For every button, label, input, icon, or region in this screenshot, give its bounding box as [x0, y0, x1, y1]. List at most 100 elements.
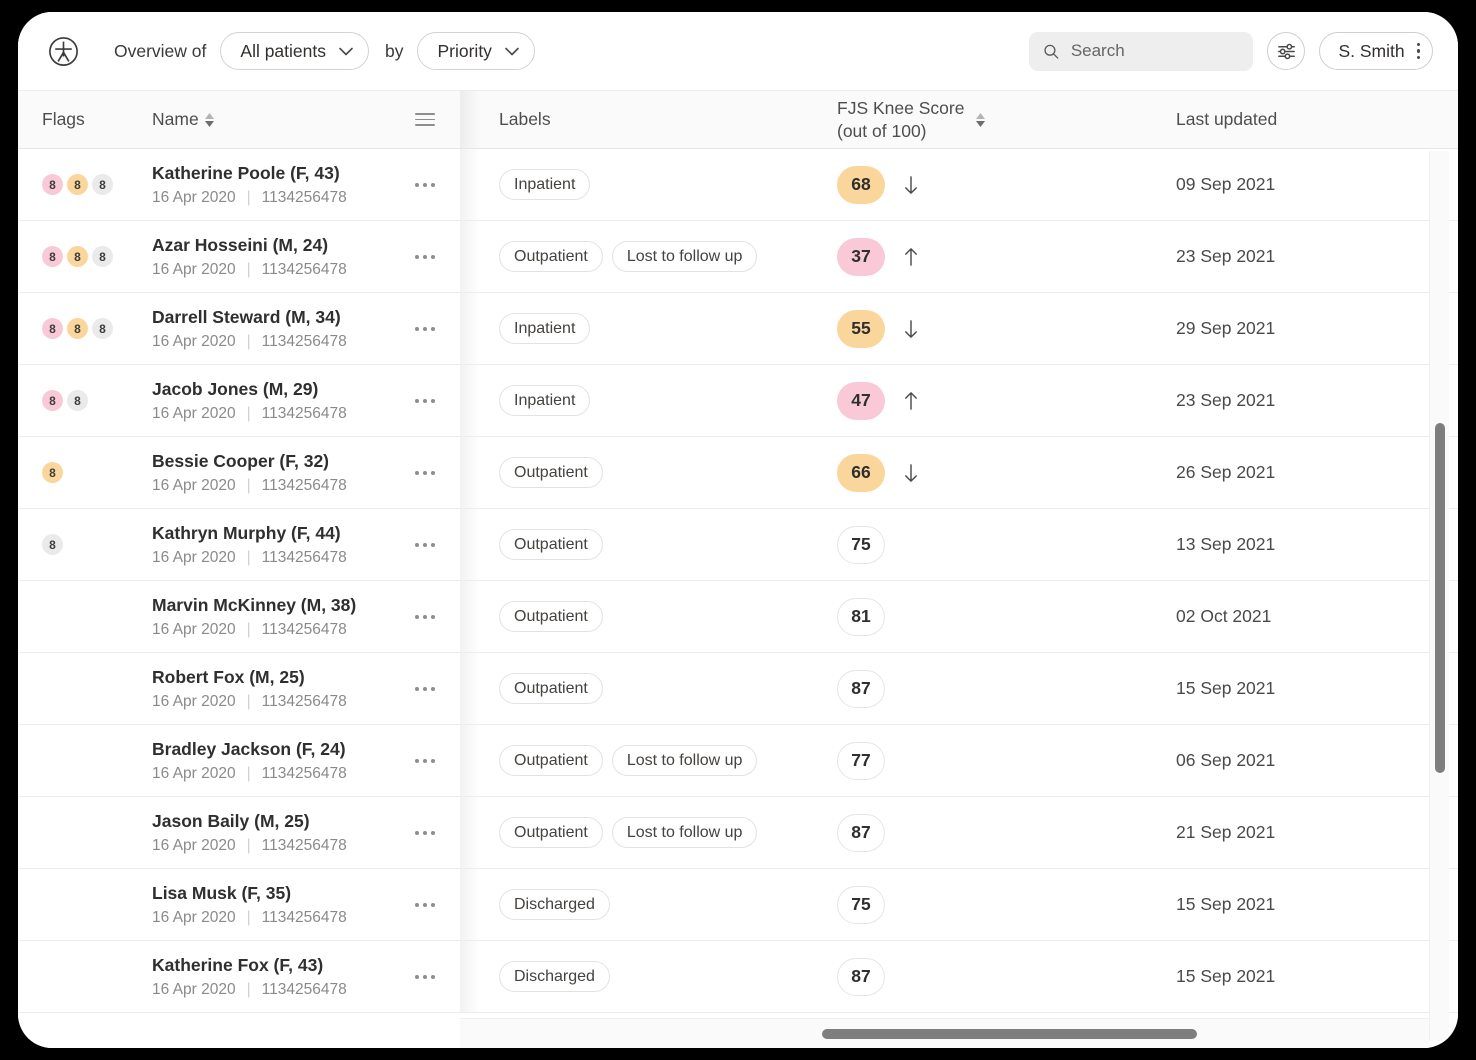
- search-box[interactable]: [1029, 31, 1254, 71]
- table-row[interactable]: 888 Katherine Poole (F, 43) 16 Apr 2020 …: [18, 149, 1458, 221]
- label-chip[interactable]: Discharged: [499, 889, 610, 920]
- score-badge[interactable]: 87: [837, 813, 885, 852]
- flag-badge-gray[interactable]: 8: [67, 390, 88, 411]
- row-overflow-icon[interactable]: [415, 542, 435, 547]
- row-overflow-icon[interactable]: [415, 974, 435, 979]
- table-row[interactable]: 8 Kathryn Murphy (F, 44) 16 Apr 2020 | 1…: [18, 509, 1458, 581]
- score-badge[interactable]: 81: [837, 597, 885, 636]
- score-badge[interactable]: 37: [837, 237, 885, 276]
- label-chip[interactable]: Outpatient: [499, 457, 603, 488]
- row-name-cell[interactable]: Katherine Poole (F, 43) 16 Apr 2020 | 11…: [128, 163, 390, 207]
- scope-select[interactable]: All patients: [220, 32, 369, 70]
- label-chip[interactable]: Outpatient: [499, 817, 603, 848]
- score-badge[interactable]: 75: [837, 525, 885, 564]
- flag-badge-gray[interactable]: 8: [42, 534, 63, 555]
- row-overflow-icon[interactable]: [415, 470, 435, 475]
- row-overflow-icon[interactable]: [415, 830, 435, 835]
- label-chip[interactable]: Lost to follow up: [611, 817, 758, 848]
- label-chip[interactable]: Outpatient: [499, 241, 603, 272]
- row-name-cell[interactable]: Azar Hosseini (M, 24) 16 Apr 2020 | 1134…: [128, 235, 390, 279]
- row-overflow-icon[interactable]: [415, 398, 435, 403]
- column-header-score[interactable]: FJS Knee Score (out of 100): [816, 97, 1146, 142]
- row-name-cell[interactable]: Jacob Jones (M, 29) 16 Apr 2020 | 113425…: [128, 379, 390, 423]
- label-chip[interactable]: Outpatient: [499, 529, 603, 560]
- group-select[interactable]: Priority: [417, 32, 535, 70]
- person-in-circle-icon[interactable]: [47, 35, 80, 68]
- score-badge[interactable]: 55: [837, 309, 885, 348]
- flag-badge-amber[interactable]: 8: [67, 174, 88, 195]
- row-actions-button[interactable]: [390, 614, 460, 619]
- label-chip[interactable]: Inpatient: [499, 385, 591, 416]
- label-chip[interactable]: Inpatient: [499, 313, 591, 344]
- filter-button[interactable]: [1267, 32, 1306, 70]
- row-name-cell[interactable]: Bessie Cooper (F, 32) 16 Apr 2020 | 1134…: [128, 451, 390, 495]
- row-actions-button[interactable]: [390, 830, 460, 835]
- search-input[interactable]: [1070, 41, 1240, 61]
- score-badge[interactable]: 47: [837, 381, 885, 420]
- flag-badge-amber[interactable]: 8: [67, 246, 88, 267]
- flag-badge-gray[interactable]: 8: [92, 174, 113, 195]
- table-row[interactable]: Lisa Musk (F, 35) 16 Apr 2020 | 11342564…: [18, 869, 1458, 941]
- flag-badge-pink[interactable]: 8: [42, 174, 63, 195]
- hamburger-menu-icon[interactable]: [415, 113, 435, 126]
- score-badge[interactable]: 68: [837, 165, 885, 204]
- horizontal-scrollbar-thumb[interactable]: [822, 1029, 1197, 1039]
- label-chip[interactable]: Outpatient: [499, 673, 603, 704]
- row-actions-button[interactable]: [390, 398, 460, 403]
- row-overflow-icon[interactable]: [415, 758, 435, 763]
- score-badge[interactable]: 66: [837, 453, 885, 492]
- user-menu-button[interactable]: S. Smith: [1319, 32, 1433, 70]
- kebab-menu-icon[interactable]: [1416, 42, 1420, 60]
- label-chip[interactable]: Discharged: [499, 961, 610, 992]
- table-row[interactable]: Katherine Fox (F, 43) 16 Apr 2020 | 1134…: [18, 941, 1458, 1013]
- vertical-scrollbar[interactable]: [1429, 151, 1449, 1041]
- score-badge[interactable]: 75: [837, 885, 885, 924]
- label-chip[interactable]: Outpatient: [499, 745, 603, 776]
- flag-badge-pink[interactable]: 8: [42, 246, 63, 267]
- table-row[interactable]: 8 Bessie Cooper (F, 32) 16 Apr 2020 | 11…: [18, 437, 1458, 509]
- label-chip[interactable]: Lost to follow up: [611, 745, 758, 776]
- row-name-cell[interactable]: Katherine Fox (F, 43) 16 Apr 2020 | 1134…: [128, 955, 390, 999]
- row-actions-button[interactable]: [390, 254, 460, 259]
- row-actions-button[interactable]: [390, 542, 460, 547]
- row-actions-button[interactable]: [390, 182, 460, 187]
- score-badge[interactable]: 87: [837, 957, 885, 996]
- flag-badge-amber[interactable]: 8: [67, 318, 88, 339]
- score-badge[interactable]: 87: [837, 669, 885, 708]
- sort-arrows-icon[interactable]: [204, 112, 214, 127]
- row-actions-button[interactable]: [390, 974, 460, 979]
- table-row[interactable]: Robert Fox (M, 25) 16 Apr 2020 | 1134256…: [18, 653, 1458, 725]
- flag-badge-pink[interactable]: 8: [42, 390, 63, 411]
- flag-badge-gray[interactable]: 8: [92, 246, 113, 267]
- row-overflow-icon[interactable]: [415, 902, 435, 907]
- vertical-scrollbar-thumb[interactable]: [1435, 423, 1445, 773]
- label-chip[interactable]: Inpatient: [499, 169, 591, 200]
- row-name-cell[interactable]: Bradley Jackson (F, 24) 16 Apr 2020 | 11…: [128, 739, 390, 783]
- table-row[interactable]: Bradley Jackson (F, 24) 16 Apr 2020 | 11…: [18, 725, 1458, 797]
- row-name-cell[interactable]: Robert Fox (M, 25) 16 Apr 2020 | 1134256…: [128, 667, 390, 711]
- table-row[interactable]: 888 Azar Hosseini (M, 24) 16 Apr 2020 | …: [18, 221, 1458, 293]
- row-overflow-icon[interactable]: [415, 254, 435, 259]
- score-badge[interactable]: 77: [837, 741, 885, 780]
- table-row[interactable]: 88 Jacob Jones (M, 29) 16 Apr 2020 | 113…: [18, 365, 1458, 437]
- table-row[interactable]: Marvin McKinney (M, 38) 16 Apr 2020 | 11…: [18, 581, 1458, 653]
- row-name-cell[interactable]: Jason Baily (M, 25) 16 Apr 2020 | 113425…: [128, 811, 390, 855]
- row-actions-button[interactable]: [390, 758, 460, 763]
- row-actions-button[interactable]: [390, 470, 460, 475]
- label-chip[interactable]: Lost to follow up: [611, 241, 758, 272]
- flag-badge-pink[interactable]: 8: [42, 318, 63, 339]
- row-overflow-icon[interactable]: [415, 686, 435, 691]
- label-chip[interactable]: Outpatient: [499, 601, 603, 632]
- row-actions-button[interactable]: [390, 902, 460, 907]
- column-menu-button[interactable]: [390, 113, 460, 126]
- row-name-cell[interactable]: Marvin McKinney (M, 38) 16 Apr 2020 | 11…: [128, 595, 390, 639]
- row-overflow-icon[interactable]: [415, 614, 435, 619]
- horizontal-scrollbar[interactable]: [460, 1018, 1429, 1048]
- row-overflow-icon[interactable]: [415, 326, 435, 331]
- flag-badge-amber[interactable]: 8: [42, 462, 63, 483]
- row-actions-button[interactable]: [390, 686, 460, 691]
- sort-arrows-icon[interactable]: [976, 112, 986, 127]
- table-row[interactable]: 888 Darrell Steward (M, 34) 16 Apr 2020 …: [18, 293, 1458, 365]
- row-name-cell[interactable]: Darrell Steward (M, 34) 16 Apr 2020 | 11…: [128, 307, 390, 351]
- row-actions-button[interactable]: [390, 326, 460, 331]
